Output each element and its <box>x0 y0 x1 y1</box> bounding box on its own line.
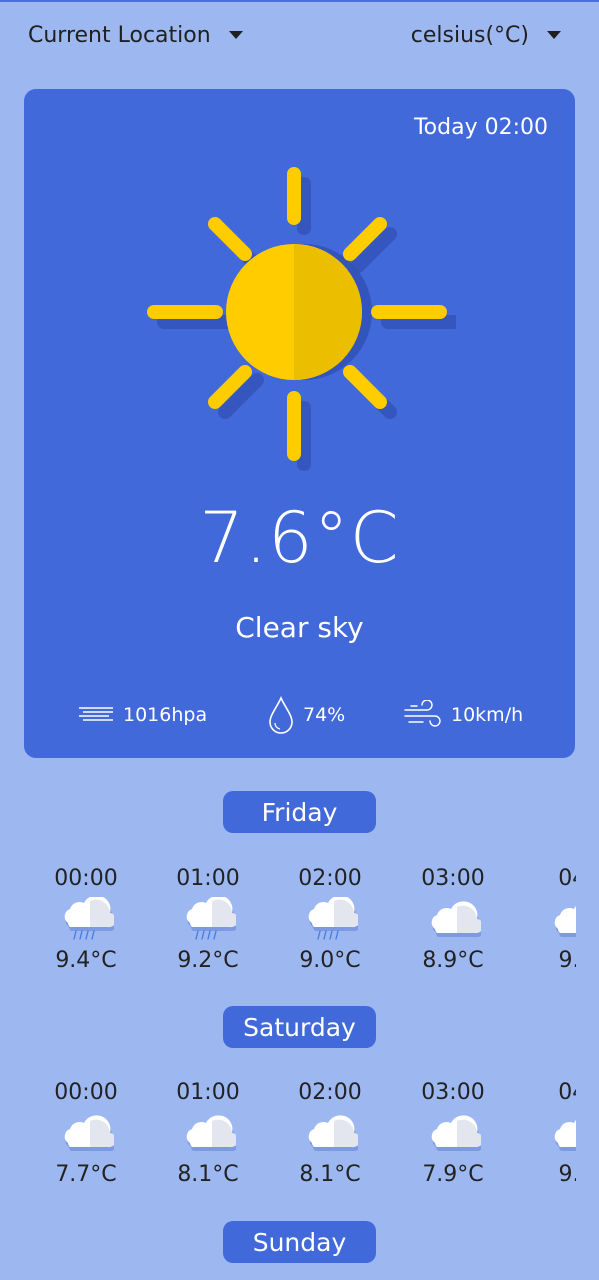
hour-temperature: 7.7°C <box>55 1162 117 1187</box>
cloud-icon <box>180 1111 236 1157</box>
pressure-value: 1016hpa <box>123 704 208 726</box>
unit-dropdown[interactable]: celsius(°C) <box>411 18 561 52</box>
weather-stats: 1016hpa 74% 10km/h <box>24 695 575 735</box>
current-temperature: 7.6°C <box>199 497 400 579</box>
cloud-icon <box>425 1111 481 1157</box>
hour-temperature: 9.1 <box>558 948 577 973</box>
hour-time: 03:00 <box>421 1080 485 1105</box>
hour-item[interactable]: 01:00 8.1°C <box>158 1078 258 1190</box>
hour-item[interactable]: 03:00 8.9°C <box>403 864 503 976</box>
hour-item[interactable]: 02:00 9.0°C <box>280 864 380 976</box>
hour-item[interactable]: 00:00 7.7°C <box>36 1078 136 1190</box>
current-weather-card: Today 02:00 7.6°C Clear sky 1016hpa 74% … <box>24 89 575 758</box>
hour-time: 01:00 <box>176 866 240 891</box>
cloud-icon <box>425 897 481 943</box>
chevron-down-icon <box>228 31 243 39</box>
pressure-stat: 1016hpa <box>77 695 207 735</box>
hour-temperature: 9.0°C <box>299 948 361 973</box>
humidity-stat: 74% <box>267 695 345 735</box>
day-pill-sunday[interactable]: Sunday <box>223 1221 376 1263</box>
rain-cloud-icon <box>58 897 114 943</box>
hour-item[interactable]: 01:00 9.2°C <box>158 864 258 976</box>
rain-cloud-icon <box>180 897 236 943</box>
sun-icon <box>147 167 456 471</box>
pressure-icon <box>79 707 113 721</box>
water-drop-icon <box>269 696 293 734</box>
hourly-forecast-saturday[interactable]: 00:00 7.7°C 01:00 8.1°C 02:00 8.1°C 03:0… <box>0 1078 576 1198</box>
hour-temperature: 8.1°C <box>177 1162 239 1187</box>
hourly-forecast-friday[interactable]: 00:00 9.4°C 01:00 9.2°C 02:00 9.0°C 03:0… <box>0 864 576 984</box>
current-condition: Clear sky <box>235 611 364 644</box>
unit-dropdown-label: celsius(°C) <box>410 22 529 48</box>
cloud-icon <box>58 1111 114 1157</box>
hour-temperature: 9.0 <box>558 1162 577 1187</box>
hour-temperature: 9.4°C <box>55 948 117 973</box>
hour-item[interactable]: 02:00 8.1°C <box>280 1078 380 1190</box>
cloud-icon <box>548 897 576 943</box>
wind-stat: 10km/h <box>403 695 523 735</box>
hour-time: 00:00 <box>54 1080 118 1105</box>
hour-item[interactable]: 04: 9.0 <box>526 1078 576 1190</box>
hour-time: 01:00 <box>176 1080 240 1105</box>
weather-screen: Current Location celsius(°C) Today 02:00 <box>0 0 599 1280</box>
location-dropdown[interactable]: Current Location <box>28 18 243 52</box>
hour-time: 03:00 <box>421 866 485 891</box>
hour-item[interactable]: 03:00 7.9°C <box>403 1078 503 1190</box>
hour-item[interactable]: 00:00 9.4°C <box>36 864 136 976</box>
hour-item[interactable]: 04: 9.1 <box>526 864 576 976</box>
location-dropdown-label: Current Location <box>28 22 211 48</box>
day-pill-friday[interactable]: Friday <box>223 791 376 833</box>
hour-temperature: 7.9°C <box>422 1162 484 1187</box>
hour-time: 04: <box>558 866 576 891</box>
humidity-value: 74% <box>303 704 346 726</box>
wind-icon <box>404 700 441 727</box>
day-pill-saturday[interactable]: Saturday <box>223 1006 376 1048</box>
cloud-icon <box>302 1111 358 1157</box>
hour-temperature: 9.2°C <box>177 948 239 973</box>
cloud-icon <box>548 1111 576 1157</box>
current-time-label: Today 02:00 <box>413 115 548 140</box>
hour-time: 02:00 <box>298 1080 362 1105</box>
hour-temperature: 8.9°C <box>422 948 484 973</box>
rain-cloud-icon <box>302 897 358 943</box>
wind-value: 10km/h <box>451 704 524 726</box>
hour-time: 02:00 <box>298 866 362 891</box>
hour-temperature: 8.1°C <box>299 1162 361 1187</box>
chevron-down-icon <box>547 31 561 39</box>
hour-time: 04: <box>558 1080 576 1105</box>
hour-time: 00:00 <box>54 866 118 891</box>
